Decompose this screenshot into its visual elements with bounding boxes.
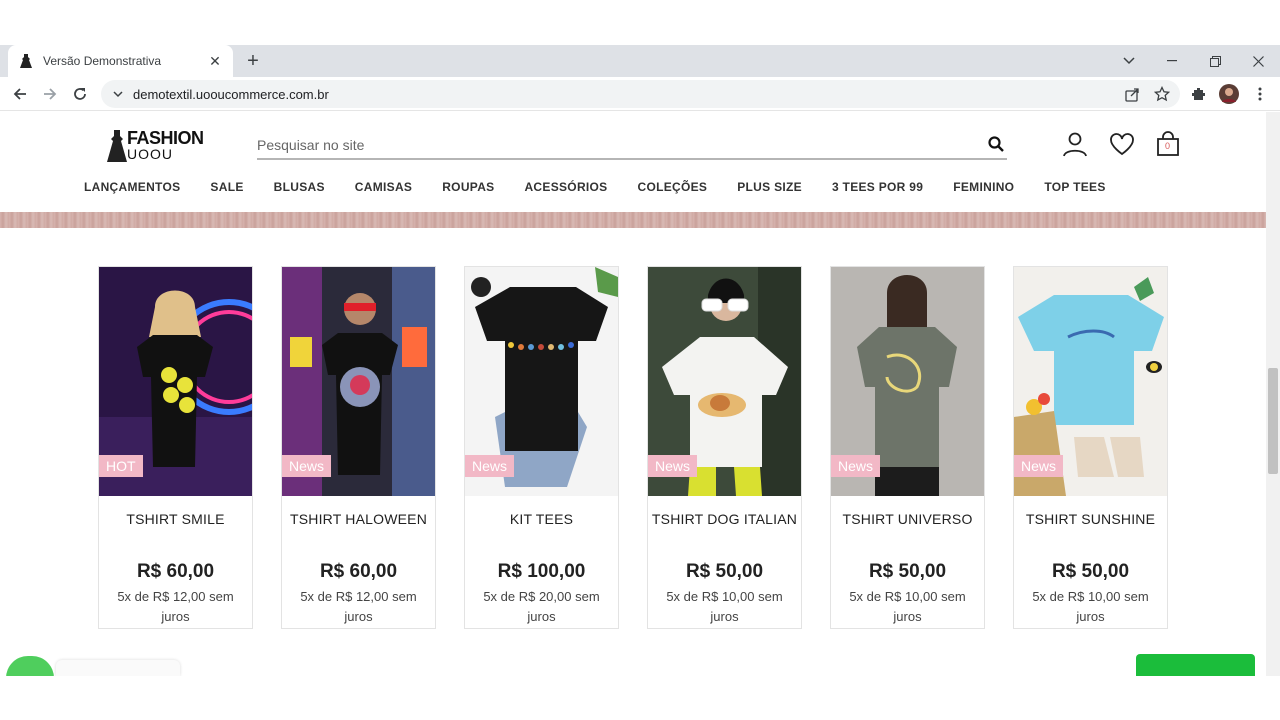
product-price: R$ 50,00 [868, 561, 947, 582]
menu-item-roupas[interactable]: ROUPAS [442, 180, 494, 196]
reload-icon[interactable] [68, 82, 92, 106]
menu-item-acessorios[interactable]: ACESSÓRIOS [524, 180, 607, 196]
product-badge: News [831, 455, 881, 477]
product-price: R$ 60,00 [319, 561, 398, 582]
product-price: R$ 100,00 [497, 561, 586, 582]
product-name[interactable]: TSHIRT SUNSHINE [1014, 511, 1167, 527]
tab-title: Versão Demonstrativa [43, 54, 162, 68]
product-card[interactable]: News TSHIRT DOG ITALIAN R$ 50,00 5x de R… [647, 266, 802, 629]
forward-icon[interactable] [38, 82, 62, 106]
menu-item-top-tees[interactable]: TOP TEES [1044, 180, 1105, 196]
product-card[interactable]: News KIT TEES R$ 100,00 5x de R$ 20,00 s… [464, 266, 619, 629]
product-installments: 5x de R$ 10,00 sem juros [849, 589, 966, 624]
menu-item-plus-size[interactable]: PLUS SIZE [737, 180, 802, 196]
wishlist-heart-icon[interactable] [1108, 130, 1136, 158]
cart-count: 0 [1165, 141, 1171, 151]
product-installments: 5x de R$ 10,00 sem juros [666, 589, 783, 624]
new-tab-icon[interactable]: + [243, 51, 263, 71]
main-menu: LANÇAMENTOS SALE BLUSAS CAMISAS ROUPAS A… [84, 180, 1106, 196]
browser-toolbar: demotextil.uooucommerce.com.br [0, 77, 1280, 111]
close-window-icon[interactable] [1236, 45, 1280, 77]
site-search [257, 132, 1007, 160]
promo-banner-strip[interactable] [0, 212, 1266, 228]
site-logo[interactable]: FASHION UOOU [107, 128, 207, 164]
floating-toolbar[interactable] [56, 660, 180, 676]
product-card[interactable]: News TSHIRT HALOWEEN R$ 60,00 5x de R$ 1… [281, 266, 436, 629]
product-badge: News [1014, 455, 1064, 477]
product-price: R$ 60,00 [136, 561, 215, 582]
account-icon[interactable] [1061, 130, 1089, 158]
product-grid: HOT TSHIRT SMILE R$ 60,00 5x de R$ 12,00… [98, 266, 1196, 629]
profile-avatar[interactable] [1217, 82, 1241, 106]
top-margin [0, 0, 1280, 45]
product-name[interactable]: KIT TEES [465, 511, 618, 527]
address-bar[interactable]: demotextil.uooucommerce.com.br [101, 80, 1180, 108]
product-badge: News [648, 455, 698, 477]
url-text: demotextil.uooucommerce.com.br [133, 86, 329, 102]
tab-search-icon[interactable] [1107, 45, 1151, 77]
menu-item-sale[interactable]: SALE [210, 180, 243, 196]
search-input[interactable] [257, 132, 957, 158]
product-badge: News [282, 455, 332, 477]
scrollbar-thumb[interactable] [1268, 368, 1278, 474]
product-card[interactable]: News TSHIRT UNIVERSO R$ 50,00 5x de R$ 1… [830, 266, 985, 629]
site-info-chevron-icon[interactable] [113, 85, 123, 103]
share-icon[interactable] [1120, 82, 1144, 106]
product-installments: 5x de R$ 12,00 sem juros [117, 589, 234, 624]
extensions-icon[interactable] [1187, 82, 1211, 106]
back-icon[interactable] [8, 82, 32, 106]
menu-item-colecoes[interactable]: COLEÇÕES [637, 180, 707, 196]
dress-favicon-icon [18, 53, 34, 69]
product-badge: News [465, 455, 515, 477]
restore-icon[interactable] [1193, 45, 1237, 77]
green-action-button[interactable] [1136, 654, 1255, 676]
minimize-icon[interactable] [1150, 45, 1194, 77]
product-name[interactable]: TSHIRT HALOWEEN [282, 511, 435, 527]
product-card[interactable]: News TSHIRT SUNSHINE R$ 50,00 5x de R$ 1… [1013, 266, 1168, 629]
product-card[interactable]: HOT TSHIRT SMILE R$ 60,00 5x de R$ 12,00… [98, 266, 253, 629]
product-badge: HOT [99, 455, 143, 477]
search-icon[interactable] [987, 135, 1007, 155]
product-installments: 5x de R$ 12,00 sem juros [300, 589, 417, 624]
bookmark-star-icon[interactable] [1150, 82, 1174, 106]
menu-item-3-tees[interactable]: 3 TEES POR 99 [832, 180, 923, 196]
product-price: R$ 50,00 [685, 561, 764, 582]
product-price: R$ 50,00 [1051, 561, 1130, 582]
browser-menu-icon[interactable] [1248, 82, 1272, 106]
menu-item-blusas[interactable]: BLUSAS [274, 180, 325, 196]
menu-item-feminino[interactable]: FEMININO [953, 180, 1014, 196]
browser-tab[interactable]: Versão Demonstrativa ✕ [8, 45, 233, 77]
menu-item-camisas[interactable]: CAMISAS [355, 180, 412, 196]
tab-close-icon[interactable]: ✕ [207, 53, 223, 70]
logo-text-bottom: UOOU [127, 146, 173, 162]
menu-item-lancamentos[interactable]: LANÇAMENTOS [84, 180, 180, 196]
product-name[interactable]: TSHIRT SMILE [99, 511, 252, 527]
product-name[interactable]: TSHIRT DOG ITALIAN [648, 511, 801, 527]
cart-icon[interactable]: 0 [1154, 130, 1182, 158]
website-viewport: FASHION UOOU 0 LANÇAMENTOS SALE BLUSAS C… [0, 112, 1266, 676]
dress-logo-icon [107, 130, 127, 162]
product-name[interactable]: TSHIRT UNIVERSO [831, 511, 984, 527]
product-installments: 5x de R$ 20,00 sem juros [483, 589, 600, 624]
bottom-margin [0, 676, 1280, 720]
product-installments: 5x de R$ 10,00 sem juros [1032, 589, 1149, 624]
browser-tabstrip: Versão Demonstrativa ✕ + [0, 45, 1280, 77]
